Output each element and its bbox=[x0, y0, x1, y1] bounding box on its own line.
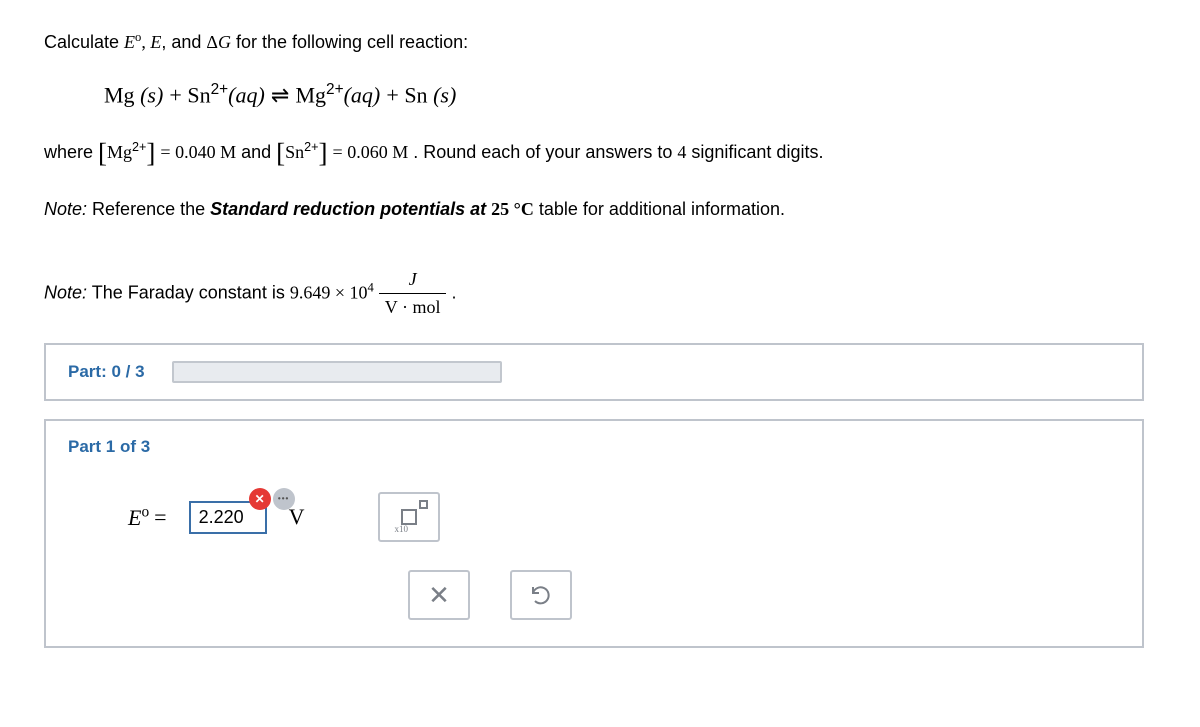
intro-prefix: Calculate bbox=[44, 32, 124, 52]
equilibrium-arrow-icon: ⇌ bbox=[271, 82, 289, 107]
answer-input-wrapper: ✕ ••• bbox=[189, 501, 267, 534]
more-options-button[interactable]: ••• bbox=[273, 488, 295, 510]
square-icon bbox=[419, 500, 428, 509]
answer-lhs: Eo = bbox=[128, 503, 167, 530]
clear-input-button[interactable]: ✕ bbox=[249, 488, 271, 510]
undo-icon bbox=[529, 583, 553, 607]
part1-title: Part 1 of 3 bbox=[68, 437, 1120, 457]
note-reference: Note: Reference the Standard reduction p… bbox=[44, 196, 1156, 223]
x10-label: x10 bbox=[394, 524, 408, 534]
progress-label: Part: 0 / 3 bbox=[68, 362, 145, 381]
sym-dG: Δ bbox=[206, 32, 218, 52]
progress-panel: Part: 0 / 3 bbox=[44, 343, 1144, 401]
part1-panel: Part 1 of 3 Eo = ✕ ••• V x10 bbox=[44, 419, 1144, 648]
reaction-equation: Mg (s) + Sn2+(aq) ⇌ Mg2+(aq) + Sn (s) bbox=[104, 78, 1156, 111]
sym-E: E bbox=[150, 32, 161, 52]
cancel-button[interactable]: ✕ bbox=[408, 570, 470, 620]
close-icon: ✕ bbox=[428, 580, 450, 611]
note-faraday: Note: The Faraday constant is 9.649 × 10… bbox=[44, 266, 1156, 321]
intro-suffix: for the following cell reaction: bbox=[236, 32, 468, 52]
sym-E0: Eo bbox=[124, 32, 141, 52]
progress-bar bbox=[172, 361, 502, 383]
ellipsis-icon: ••• bbox=[278, 494, 289, 503]
where-line: where [Mg2+] = 0.040 M and [Sn2+] = 0.06… bbox=[44, 133, 1156, 174]
intro-line: Calculate Eo, E, and ΔG for the followin… bbox=[44, 28, 1156, 56]
square-icon bbox=[401, 509, 417, 525]
scientific-notation-button[interactable]: x10 bbox=[378, 492, 440, 542]
close-icon: ✕ bbox=[255, 492, 265, 506]
undo-button[interactable] bbox=[510, 570, 572, 620]
